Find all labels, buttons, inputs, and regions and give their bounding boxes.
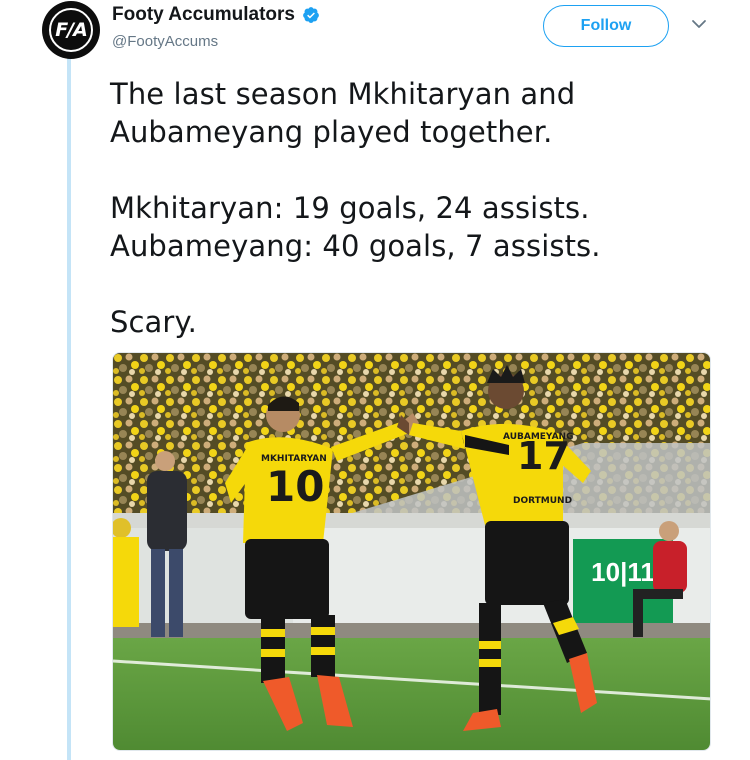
jersey-name-right: AUBAMEYANG [503,432,573,442]
display-name[interactable]: Footy Accumulators [112,4,295,26]
chevron-down-icon[interactable] [690,17,708,31]
tweet-line-gap [110,151,710,189]
avatar[interactable]: F/A [42,1,100,59]
verified-badge-icon [303,7,319,23]
board-text: 10|11 [591,557,655,587]
tweet-line: The last season Mkhitaryan and [110,77,576,111]
tweet-line-gap [110,265,710,303]
photo-canvas: 10|11 10 MKHITARYAN 17 AUBAMEYANG DORTMU… [113,353,710,750]
tweet-line: Aubameyang played together. [110,115,553,149]
tweet-photo[interactable]: 10|11 10 MKHITARYAN 17 AUBAMEYANG DORTMU… [112,352,711,751]
jersey-number-left: 10 [266,462,324,511]
handle[interactable]: @FootyAccums [112,33,218,50]
jersey-sponsor: DORTMUND [513,496,572,506]
tweet-line: Scary. [110,305,197,339]
name-row: Footy Accumulators [112,4,320,26]
follow-button[interactable]: Follow [543,5,669,47]
tweet-text: The last season Mkhitaryan and Aubameyan… [110,75,710,341]
avatar-logo: F/A [49,8,93,52]
tweet-line: Aubameyang: 40 goals, 7 assists. [110,229,601,263]
avatar-logo-text: F/A [55,19,88,41]
jersey-name-left: MKHITARYAN [261,454,327,464]
tweet-line: Mkhitaryan: 19 goals, 24 assists. [110,191,590,225]
thread-line [67,58,71,760]
